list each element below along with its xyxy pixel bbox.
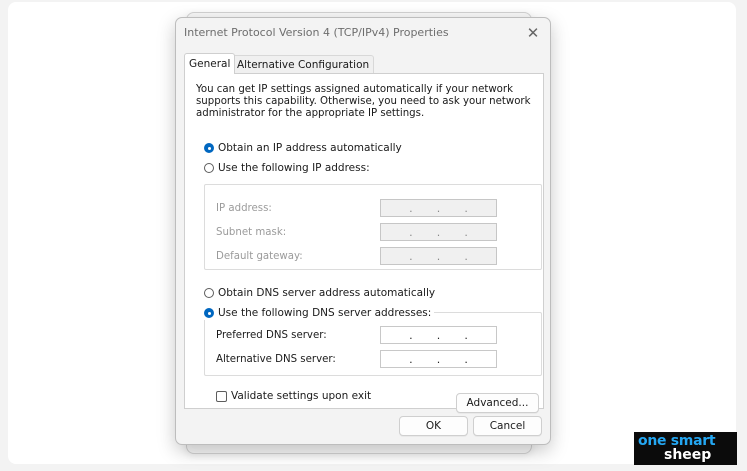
radio-ip-manual[interactable] (204, 163, 214, 173)
ipv4-properties-dialog: Internet Protocol Version 4 (TCP/IPv4) P… (175, 17, 551, 445)
subnet-mask-input[interactable]: ... (380, 223, 497, 241)
dialog-title: Internet Protocol Version 4 (TCP/IPv4) P… (184, 26, 449, 39)
obtain-ip-automatically-label: Obtain an IP address automatically (218, 142, 402, 154)
logo-line-1: one smart (638, 433, 716, 449)
logo-line-2: sheep (664, 447, 712, 463)
ip-address-label: IP address: (216, 203, 272, 214)
obtain-dns-automatically-option[interactable]: Obtain DNS server address automatically (204, 286, 435, 300)
use-following-ip-option[interactable]: Use the following IP address: (204, 161, 373, 175)
ip-address-input[interactable]: ... (380, 199, 497, 217)
validate-settings-label: Validate settings upon exit (231, 390, 372, 402)
validate-settings-option[interactable]: Validate settings upon exit (216, 390, 371, 402)
use-following-dns-label: Use the following DNS server addresses: (218, 307, 432, 319)
validate-settings-checkbox[interactable] (216, 390, 227, 402)
close-icon[interactable]: ✕ (522, 22, 544, 44)
title-bar: Internet Protocol Version 4 (TCP/IPv4) P… (176, 18, 550, 48)
obtain-ip-automatically-option[interactable]: Obtain an IP address automatically (204, 141, 402, 155)
tab-alternative-configuration[interactable]: Alternative Configuration (232, 55, 375, 74)
radio-ip-auto[interactable] (204, 143, 214, 153)
advanced-button[interactable]: Advanced... (456, 393, 539, 413)
radio-dns-auto[interactable] (204, 288, 214, 298)
one-smart-sheep-logo: one smart sheep (634, 432, 737, 465)
use-following-ip-label: Use the following IP address: (218, 162, 370, 174)
tab-general[interactable]: General (184, 53, 236, 74)
subnet-mask-label: Subnet mask: (216, 227, 287, 238)
general-tab-panel: You can get IP settings assigned automat… (184, 73, 544, 413)
obtain-dns-automatically-label: Obtain DNS server address automatically (218, 287, 436, 299)
cancel-button[interactable]: Cancel (473, 416, 542, 436)
preferred-dns-label: Preferred DNS server: (216, 330, 327, 341)
use-following-dns-option[interactable]: Use the following DNS server addresses: (204, 306, 435, 320)
preferred-dns-input[interactable]: ... (380, 326, 497, 344)
default-gateway-input[interactable]: ... (380, 247, 497, 265)
default-gateway-label: Default gateway: (216, 251, 303, 262)
alternative-dns-input[interactable]: ... (380, 350, 497, 368)
alternative-dns-label: Alternative DNS server: (216, 354, 336, 365)
ok-button[interactable]: OK (399, 416, 468, 436)
intro-text: You can get IP settings assigned automat… (196, 84, 531, 119)
radio-dns-manual[interactable] (204, 308, 214, 318)
